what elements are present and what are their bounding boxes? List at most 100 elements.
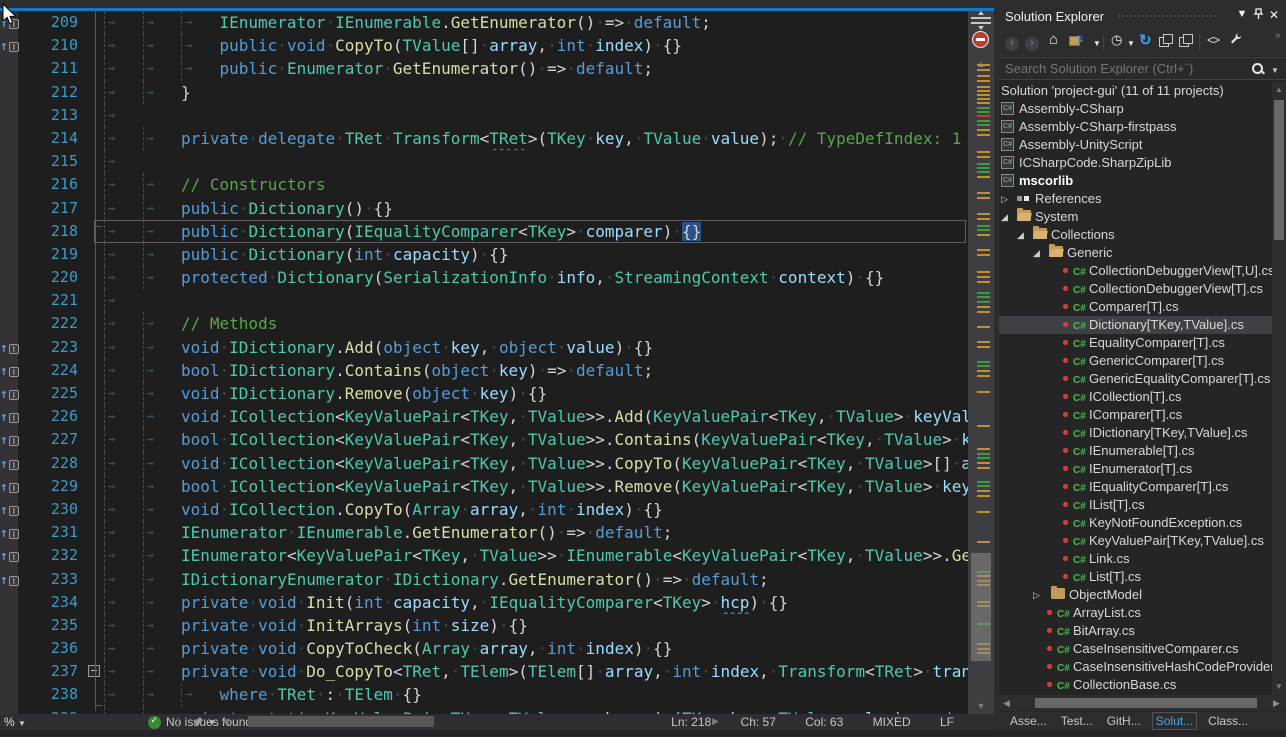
tree-item-genericequalitycomparer-t-cs[interactable]: C#GenericEqualityComparer[T].cs: [999, 370, 1286, 388]
code-line[interactable]: ↑I223→→void·IDictionary.Add(object·key,·…: [0, 336, 968, 359]
code-line[interactable]: 221→: [0, 289, 968, 312]
code-line[interactable]: 214→→private·delegate·TRet·Transform<TRe…: [0, 127, 968, 150]
search-icon[interactable]: [1251, 62, 1265, 76]
tree-item-idictionary-tkey-tvalue-cs[interactable]: C#IDictionary[TKey,TValue].cs: [999, 424, 1286, 442]
outlining-margin[interactable]: [78, 475, 104, 498]
outlining-margin[interactable]: [78, 637, 104, 660]
code-line[interactable]: ↑I232→→IEnumerator<KeyValuePair<TKey,·TV…: [0, 544, 968, 567]
chevron-down-icon[interactable]: ▼: [1093, 39, 1101, 57]
implements-interface-icon[interactable]: ↑I: [0, 405, 18, 428]
code-line[interactable]: ↑I224→→bool·IDictionary.Contains(object·…: [0, 359, 968, 382]
tree-item-objectmodel[interactable]: ▷ObjectModel: [999, 586, 1286, 604]
window-position-menu-icon[interactable]: ▼: [1235, 8, 1249, 20]
scroll-right-arrow[interactable]: ▶: [1273, 698, 1280, 709]
scroll-up-arrow[interactable]: ▲: [1272, 85, 1286, 94]
tree-item-arraylist-cs[interactable]: C#ArrayList.cs: [999, 604, 1286, 622]
overflow-icon[interactable]: »: [1275, 30, 1281, 48]
outlining-margin[interactable]: [78, 591, 104, 614]
outlining-margin[interactable]: [78, 382, 104, 405]
home-icon[interactable]: ⌂: [1049, 31, 1058, 49]
code-line[interactable]: 222→→// Methods: [0, 312, 968, 335]
code-line[interactable]: 217→→public·Dictionary()·{}: [0, 197, 968, 220]
collapse-region-icon[interactable]: −: [88, 665, 100, 677]
code-line[interactable]: 215→: [0, 150, 968, 173]
outlining-margin[interactable]: [78, 197, 104, 220]
outlining-margin[interactable]: [78, 104, 104, 127]
char-indicator[interactable]: Ch: 57: [741, 715, 776, 729]
implements-interface-icon[interactable]: ↑I: [0, 336, 18, 359]
tree-item-assembly-csharp[interactable]: C#Assembly-CSharp: [999, 100, 1286, 118]
column-indicator[interactable]: Col: 63: [805, 715, 843, 729]
tree-item-caseinsensitivecomparer-cs[interactable]: C#CaseInsensitiveComparer.cs: [999, 640, 1286, 658]
outlining-margin[interactable]: [78, 312, 104, 335]
code-line[interactable]: 219→→public·Dictionary(int·capacity)·{}: [0, 243, 968, 266]
tree-item-comparer-t-cs[interactable]: C#Comparer[T].cs: [999, 298, 1286, 316]
tool-tab-class[interactable]: Class...: [1205, 713, 1251, 729]
tree-item-iequalitycomparer-t-cs[interactable]: C#IEqualityComparer[T].cs: [999, 478, 1286, 496]
tool-tab-test[interactable]: Test...: [1058, 713, 1096, 729]
expander-collapsed-icon[interactable]: ▷: [1001, 190, 1008, 208]
outlining-margin[interactable]: [78, 266, 104, 289]
tree-item-mscorlib[interactable]: C#mscorlib: [999, 172, 1286, 190]
code-line[interactable]: ↑I233→→IDictionaryEnumerator·IDictionary…: [0, 568, 968, 591]
code-line[interactable]: 211→→→public·Enumerator·GetEnumerator()·…: [0, 57, 968, 80]
outlining-margin[interactable]: [78, 452, 104, 475]
view-code-icon[interactable]: <>: [1207, 33, 1219, 51]
outlining-margin[interactable]: [78, 57, 104, 80]
tree-item-icomparer-t-cs[interactable]: C#IComparer[T].cs: [999, 406, 1286, 424]
scroll-down-arrow[interactable]: ▼: [968, 701, 994, 711]
tree-item-system[interactable]: ◢System: [999, 208, 1286, 226]
outlining-margin[interactable]: [78, 614, 104, 637]
chevron-down-icon[interactable]: ▼: [1127, 39, 1135, 57]
forward-button[interactable]: ›: [1025, 34, 1039, 52]
outlining-margin[interactable]: [78, 405, 104, 428]
code-line[interactable]: ↑I228→→void·ICollection<KeyValuePair<TKe…: [0, 452, 968, 475]
tree-item-keynotfoundexception-cs[interactable]: C#KeyNotFoundException.cs: [999, 514, 1286, 532]
tree-item-collections[interactable]: ◢Collections: [999, 226, 1286, 244]
outlining-margin[interactable]: [78, 498, 104, 521]
tree-item-icollection-t-cs[interactable]: C#ICollection[T].cs: [999, 388, 1286, 406]
tree-item-collectiondebuggerview-t-u-cs[interactable]: C#CollectionDebuggerView[T,U].cs: [999, 262, 1286, 280]
chevron-down-icon[interactable]: ▼: [208, 718, 216, 727]
tree-item-caseinsensitivehashcodeprovider-cs[interactable]: C#CaseInsensitiveHashCodeProvider.cs: [999, 658, 1286, 676]
outlining-margin[interactable]: [78, 11, 104, 34]
code-line[interactable]: 216→→// Constructors: [0, 173, 968, 196]
vertical-scroll-thumb[interactable]: [971, 553, 991, 661]
code-line[interactable]: 238→→→where·TRet·:·TElem·{}: [0, 683, 968, 706]
expander-expanded-icon[interactable]: ◢: [1033, 244, 1040, 262]
tool-tab-gith[interactable]: GitH...: [1104, 713, 1144, 729]
outlining-margin[interactable]: [78, 289, 104, 312]
code-area[interactable]: ↑I209→→→IEnumerator·IEnumerable.GetEnume…: [0, 11, 994, 714]
code-line[interactable]: ↑I230→→void·ICollection.CopyTo(Array·arr…: [0, 498, 968, 521]
implements-interface-icon[interactable]: ↑I: [0, 382, 18, 405]
tree-item-assembly-csharp-firstpass[interactable]: C#Assembly-CSharp-firstpass: [999, 118, 1286, 136]
tree-item-collectionbase-cs[interactable]: C#CollectionBase.cs: [999, 676, 1286, 694]
code-line[interactable]: ↑I231→→IEnumerator·IEnumerable.GetEnumer…: [0, 521, 968, 544]
editor-split-handle[interactable]: [971, 13, 991, 29]
expander-expanded-icon[interactable]: ◢: [1001, 208, 1008, 226]
tree-item-link-cs[interactable]: C#Link.cs: [999, 550, 1286, 568]
outlining-margin[interactable]: [78, 336, 104, 359]
expander-collapsed-icon[interactable]: ▷: [1033, 586, 1040, 604]
expander-expanded-icon[interactable]: ◢: [1017, 226, 1024, 244]
tree-item-list-t-cs[interactable]: C#List[T].cs: [999, 568, 1286, 586]
outlining-margin[interactable]: [78, 127, 104, 150]
chevron-down-icon[interactable]: ▼: [1271, 66, 1279, 75]
tree-item-equalitycomparer-t-cs[interactable]: C#EqualityComparer[T].cs: [999, 334, 1286, 352]
tree-horizontal-scrollbar[interactable]: ◀ ▶: [999, 695, 1286, 711]
implements-interface-icon[interactable]: ↑I: [0, 359, 18, 382]
editor-vertical-scrollbar[interactable]: ▲ ▼: [968, 11, 994, 714]
switch-views-icon[interactable]: ⇅: [1069, 34, 1088, 52]
outlining-margin[interactable]: [78, 150, 104, 173]
drag-grip[interactable]: [1117, 14, 1217, 19]
outlining-margin[interactable]: [78, 173, 104, 196]
pin-icon[interactable]: [1251, 8, 1265, 23]
implements-interface-icon[interactable]: ↑I: [0, 521, 18, 544]
implements-interface-icon[interactable]: ↑I: [0, 544, 18, 567]
outlining-margin[interactable]: [78, 544, 104, 567]
horizontal-scroll-thumb[interactable]: [248, 716, 434, 727]
tree-item-bitarray-cs[interactable]: C#BitArray.cs: [999, 622, 1286, 640]
tree-item-collectiondebuggerview-t-cs[interactable]: C#CollectionDebuggerView[T].cs: [999, 280, 1286, 298]
implements-interface-icon[interactable]: ↑I: [0, 475, 18, 498]
code-line[interactable]: 220→→protected·Dictionary(SerializationI…: [0, 266, 968, 289]
